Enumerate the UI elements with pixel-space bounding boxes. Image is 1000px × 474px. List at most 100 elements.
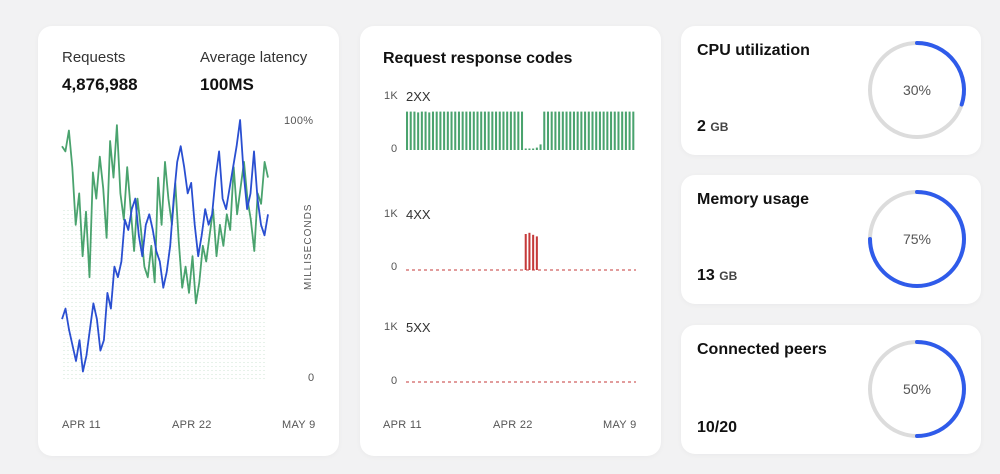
2xx-bar (417, 112, 420, 150)
2xx-bar (476, 111, 479, 150)
latency-label: Average latency (200, 49, 308, 66)
y-axis-bottom-label: 0 (308, 372, 315, 384)
2xx-bar (595, 111, 598, 150)
2xx-bar (584, 111, 587, 150)
2xx-bar (535, 147, 538, 150)
2xx-bar (610, 111, 613, 150)
2xx-bar (420, 111, 423, 150)
2xx-bar (469, 111, 472, 150)
y-axis-top-label: 100% (284, 115, 314, 127)
4xx-bar (535, 236, 538, 270)
2xx-bar (435, 111, 438, 150)
y-axis-title: MILLISECONDS (303, 203, 314, 290)
2xx-bar (532, 148, 535, 150)
2xx-bar (495, 111, 498, 150)
2xx-bar (598, 111, 601, 150)
2xx-bar (491, 111, 494, 150)
2xx-bar (554, 111, 557, 150)
cpu-utilization-card: CPU utilization 2 GB 30% (681, 26, 981, 155)
x-axis-label-end: MAY 9 (603, 419, 637, 431)
2xx-bar (624, 111, 627, 150)
2xx-bar (428, 112, 431, 150)
2xx-bar (569, 111, 572, 150)
x-axis-label-start: APR 11 (62, 419, 101, 431)
chart-5xx-code-label: 5XX (406, 320, 431, 335)
chart-4xx-bars (406, 232, 636, 271)
latency-value: 100MS (200, 75, 254, 94)
response-codes-card: Request response codes 1K 2XX 0 1K 4XX 0… (360, 26, 661, 456)
2xx-bar (561, 111, 564, 150)
2xx-bar (461, 111, 464, 150)
2xx-bar (550, 111, 553, 150)
chart-2xx-bottom-label: 0 (391, 143, 398, 155)
2xx-bar (409, 111, 412, 150)
chart-2xx-code-label: 2XX (406, 89, 431, 104)
2xx-bar (602, 111, 605, 150)
2xx-bar (506, 111, 509, 150)
cpu-unit: GB (710, 120, 729, 134)
2xx-bar (621, 111, 624, 150)
gauge-percent-label: 75% (903, 231, 931, 247)
2xx-bar (539, 144, 542, 150)
x-axis-label-mid: APR 22 (172, 419, 212, 431)
cpu-value: 2 GB (697, 118, 729, 135)
2xx-bar (576, 111, 579, 150)
2xx-bar (439, 111, 442, 150)
2xx-bar (498, 111, 501, 150)
2xx-bar (606, 111, 609, 150)
gauge-percent-label: 30% (903, 82, 931, 98)
x-axis-label-mid: APR 22 (493, 419, 533, 431)
cpu-gauge: 30% (868, 41, 966, 139)
2xx-bar (431, 111, 435, 150)
2xx-bar (424, 111, 427, 150)
2xx-bar (509, 111, 512, 150)
blue-series-line (61, 119, 269, 373)
chart-4xx-bottom-label: 0 (391, 261, 398, 273)
4xx-bar (524, 234, 527, 270)
peers-title: Connected peers (697, 341, 827, 358)
chart-4xx-top-label: 1K (384, 208, 399, 220)
2xx-bar (521, 111, 524, 150)
2xx-bar (528, 148, 531, 150)
2xx-bar (617, 111, 620, 150)
2xx-bar (591, 111, 594, 150)
chart-2xx-bars (406, 111, 635, 150)
requests-value: 4,876,988 (62, 75, 138, 94)
peers-gauge: 50% (868, 340, 966, 438)
2xx-bar (502, 111, 505, 150)
2xx-bar (465, 111, 468, 150)
latency-chart (61, 119, 269, 382)
chart-5xx-bottom-label: 0 (391, 375, 398, 387)
connected-peers-card: Connected peers 10/20 50% (681, 325, 981, 454)
2xx-bar (587, 111, 590, 150)
2xx-bar (457, 111, 460, 150)
gauge-percent-label: 50% (903, 381, 931, 397)
2xx-bar (446, 111, 449, 150)
4xx-bar (528, 232, 531, 270)
requests-label: Requests (62, 49, 126, 66)
memory-value: 13 GB (697, 267, 738, 284)
2xx-bar (632, 111, 635, 150)
2xx-bar (406, 111, 409, 150)
2xx-bar (565, 111, 568, 150)
2xx-bar (628, 111, 631, 150)
2xx-bar (580, 111, 583, 150)
requests-latency-card: Requests 4,876,988 Average latency 100MS… (38, 26, 339, 456)
response-codes-title: Request response codes (383, 50, 573, 67)
2xx-bar (443, 111, 446, 150)
2xx-bar (524, 148, 527, 150)
memory-usage-card: Memory usage 13 GB 75% (681, 175, 981, 304)
2xx-bar (487, 111, 490, 150)
2xx-bar (546, 111, 550, 150)
2xx-bar (613, 111, 616, 150)
cpu-title: CPU utilization (697, 42, 810, 59)
memory-gauge: 75% (868, 190, 966, 288)
peers-value: 10/20 (697, 419, 738, 436)
2xx-bar (572, 111, 575, 150)
2xx-bar (480, 111, 483, 150)
2xx-bar (454, 111, 457, 150)
2xx-bar (450, 111, 453, 150)
x-axis-label-start: APR 11 (383, 419, 422, 431)
2xx-bar (413, 111, 416, 150)
2xx-bar (558, 111, 561, 150)
